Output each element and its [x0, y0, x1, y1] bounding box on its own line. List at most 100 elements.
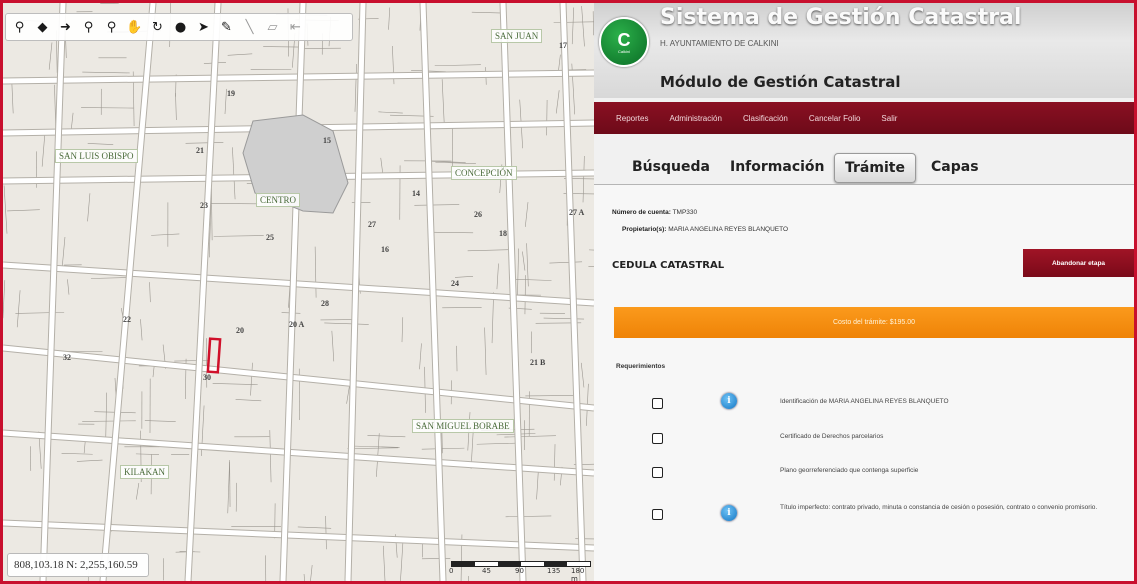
draw-polygon-icon[interactable]: ▱: [263, 17, 282, 37]
parcel-line: [235, 399, 262, 402]
identify-icon[interactable]: ⚲: [10, 17, 29, 37]
scale-bar: 0 45 90 135 180 m: [449, 559, 593, 581]
parcel-line: [484, 327, 487, 375]
street-number-label: 30: [203, 373, 211, 382]
parcel-line: [70, 112, 74, 131]
nav-administracion[interactable]: Administración: [669, 114, 721, 123]
street-number-label: 21 B: [530, 358, 546, 367]
parcel-line: [250, 362, 253, 396]
neighborhood-label-san-juan: SAN JUAN: [491, 29, 543, 43]
parcel-line: [185, 142, 224, 144]
parcel-map-canvas[interactable]: [3, 3, 594, 581]
requirement-row: Certificado de Derechos parcelarios: [594, 428, 1134, 450]
tab-informacion[interactable]: Información: [730, 159, 825, 175]
nav-clasificacion[interactable]: Clasificación: [743, 114, 788, 123]
hand-pan-icon[interactable]: ✋: [125, 17, 144, 37]
parcel-line: [555, 90, 560, 114]
parcel-line: [3, 185, 8, 234]
tramite-content: Número de cuenta: TMP330 Propietario(s):…: [594, 185, 1134, 581]
parcel-line: [476, 442, 520, 445]
street-number-label: 15: [323, 136, 331, 145]
street-number-label: 23: [200, 201, 208, 210]
parcel-line: [543, 317, 585, 320]
parcel-line: [135, 453, 159, 455]
parcel-line: [82, 420, 136, 422]
street-number-label: 21: [196, 146, 204, 155]
logo-letter: C: [617, 29, 631, 50]
parcel-line: [227, 53, 253, 56]
neighborhood-label-kilakan: KILAKAN: [120, 465, 169, 479]
abandon-stage-button[interactable]: Abandonar etapa: [1023, 249, 1134, 277]
cadastral-panel: C Calkini Sistema de Gestión Catastral H…: [594, 3, 1134, 581]
parcel-line: [421, 447, 465, 450]
parcel-line: [546, 99, 548, 136]
parcel-line: [90, 277, 127, 279]
street-number-label: 26: [474, 210, 482, 219]
procedure-cost-bar: Costo del trámite: $195.00: [614, 307, 1134, 338]
street-number-label: 25: [266, 233, 274, 242]
zoom-in-icon[interactable]: ⚲: [79, 17, 98, 37]
parcel-line: [496, 263, 499, 290]
tab-tramite[interactable]: Trámite: [834, 153, 916, 183]
street: [185, 3, 221, 581]
parcel-line: [517, 248, 519, 297]
select-arrow-icon[interactable]: ➤: [194, 17, 213, 37]
map-viewer[interactable]: ⚲ ◆ ➜ ⚲ ⚲ ✋ ↻ ● ➤ ✎ ╲ ▱ ⇤ SAN JUAN SAN LUIS OBISPO C…: [3, 3, 594, 581]
account-number: Número de cuenta: TMP330: [612, 209, 697, 216]
pan-right-icon[interactable]: ➜: [56, 17, 75, 37]
nav-cancelar-folio[interactable]: Cancelar Folio: [809, 114, 861, 123]
requirement-checkbox[interactable]: [652, 509, 663, 520]
street-number-label: 20 A: [289, 320, 305, 329]
parcel-line: [434, 64, 481, 67]
street-number-label: 18: [499, 229, 507, 238]
street-number-label: 20: [236, 326, 244, 335]
requirement-checkbox[interactable]: [652, 398, 663, 409]
owner-value: MARIA ANGELINA REYES BLANQUETO: [668, 226, 789, 233]
street-number-label: 27 A: [569, 208, 585, 217]
parcel-line: [232, 147, 236, 200]
tab-capas[interactable]: Capas: [931, 159, 979, 175]
nav-reportes[interactable]: Reportes: [616, 114, 648, 123]
street-number-label: 16: [381, 245, 389, 254]
parcel-line: [140, 319, 143, 341]
parcel-line: [269, 430, 272, 483]
street-number-label: 17: [559, 41, 567, 50]
draw-line-icon[interactable]: ╲: [240, 17, 259, 37]
tab-busqueda[interactable]: Búsqueda: [632, 159, 710, 175]
parcel-line: [346, 384, 350, 404]
requirement-checkbox[interactable]: [652, 433, 663, 444]
street-number-label: 22: [123, 315, 131, 324]
owner: Propietario(s): MARIA ANGELINA REYES BLA…: [622, 226, 788, 233]
pan-left-icon[interactable]: ◆: [33, 17, 52, 37]
street: [500, 3, 526, 581]
info-icon[interactable]: i: [721, 393, 737, 409]
street-number-label: 14: [412, 189, 420, 198]
requirement-checkbox[interactable]: [652, 467, 663, 478]
globe-icon[interactable]: ●: [171, 17, 190, 37]
parcel-line: [382, 545, 386, 581]
parcel-line: [571, 7, 575, 45]
clear-icon[interactable]: ⇤: [286, 17, 305, 37]
parcel-line: [310, 565, 313, 581]
parcel-line: [82, 71, 130, 74]
parcel-line: [471, 11, 504, 14]
scale-label: 45: [482, 567, 491, 575]
scale-label: 90: [515, 567, 524, 575]
parcel-line: [388, 7, 391, 30]
parcel-line: [524, 202, 529, 227]
zoom-out-icon[interactable]: ⚲: [102, 17, 121, 37]
coordinates-readout: 808,103.18 N: 2,255,160.59: [7, 553, 149, 577]
scale-label: 135: [547, 567, 561, 575]
parcel-line: [76, 459, 103, 462]
parcel-line: [16, 290, 21, 328]
requirement-text: Plano georreferenciado que contenga supe…: [780, 467, 919, 474]
parcel-line: [331, 330, 335, 362]
app-header: C Calkini Sistema de Gestión Catastral H…: [594, 3, 1134, 98]
street: [280, 3, 306, 581]
refresh-icon[interactable]: ↻: [148, 17, 167, 37]
draw-point-icon[interactable]: ✎: [217, 17, 236, 37]
street-number-label: 32: [63, 353, 71, 362]
nav-salir[interactable]: Salir: [881, 114, 897, 123]
street-number-label: 19: [227, 89, 235, 98]
info-icon[interactable]: i: [721, 505, 737, 521]
